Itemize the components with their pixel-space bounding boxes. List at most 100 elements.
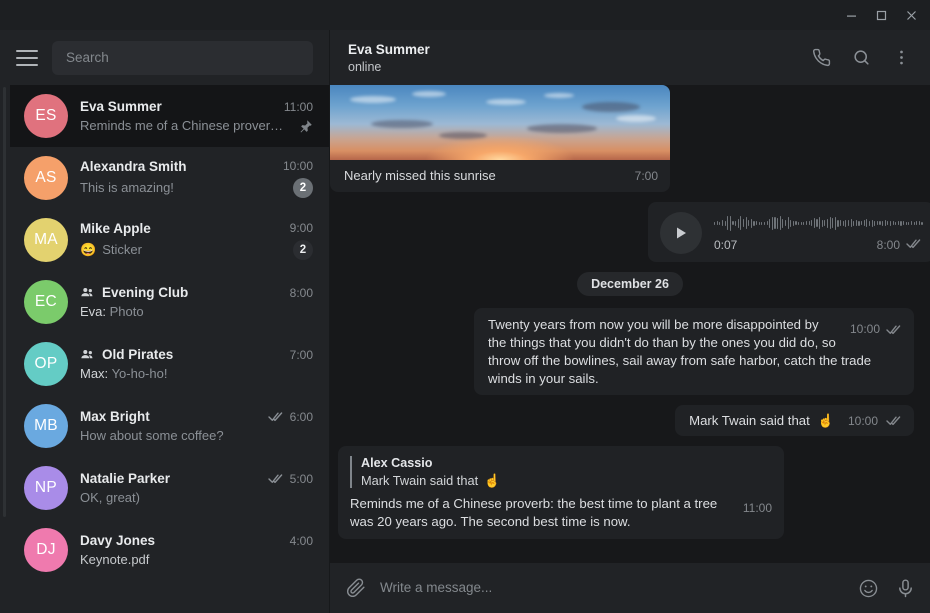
- chat-list-item[interactable]: OP Old Pirates 7:00 Max: Yo-ho-ho!: [10, 333, 329, 395]
- chat-item-time: 7:00: [289, 347, 313, 362]
- microphone-icon[interactable]: [895, 578, 916, 599]
- reply-quote-text-row: Mark Twain said that ☝️: [361, 473, 772, 488]
- double-check-icon: [267, 411, 284, 422]
- message-row-short: Mark Twain said that ☝️ 10:00: [346, 405, 914, 436]
- play-icon[interactable]: [660, 212, 702, 254]
- waveform-bar: [811, 220, 813, 226]
- search-box[interactable]: [52, 40, 313, 75]
- chat-item-bottom-row: 😄 Sticker 2: [80, 239, 313, 260]
- waveform-bar: [742, 219, 744, 227]
- message-input[interactable]: [380, 580, 844, 595]
- chat-list[interactable]: ES Eva Summer 11:00 Reminds me of a Chinese…: [0, 85, 329, 613]
- chat-item-body: Old Pirates 7:00 Max: Yo-ho-ho!: [80, 347, 313, 381]
- chat-list-item[interactable]: NP Natalie Parker 5:00 OK, great): [10, 457, 329, 519]
- maximize-button[interactable]: [866, 2, 896, 28]
- chat-list-item[interactable]: ES Eva Summer 11:00 Reminds me of a Chinese…: [10, 85, 329, 147]
- chat-list-item[interactable]: MA Mike Apple 9:00 😄 Sticker 2: [10, 209, 329, 271]
- short-message-bubble[interactable]: Mark Twain said that ☝️ 10:00: [675, 405, 914, 436]
- waveform-bar: [795, 221, 797, 225]
- chat-list-item[interactable]: DJ Davy Jones 4:00 Keynote.pdf: [10, 519, 329, 581]
- chat-item-preview: Reminds me of a Chinese prover…: [80, 118, 284, 133]
- voice-waveform[interactable]: [714, 212, 923, 234]
- waveform-bar: [753, 220, 755, 226]
- sidebar-scrollbar-thumb[interactable]: [3, 87, 6, 517]
- voice-message-bubble[interactable]: 0:07 8:00: [648, 202, 930, 262]
- chat-item-time: 4:00: [289, 533, 313, 548]
- sunrise-photo[interactable]: [330, 85, 670, 160]
- date-separator: December 26: [346, 272, 914, 296]
- message-input-wrap[interactable]: [380, 579, 844, 597]
- title-bar: [0, 0, 930, 30]
- chat-item-bottom-row: OK, great): [80, 490, 313, 505]
- waveform-bar: [840, 220, 842, 226]
- avatar[interactable]: NP: [24, 466, 68, 510]
- reply-message-bubble[interactable]: Alex Cassio Mark Twain said that ☝️ 11:0…: [338, 446, 784, 539]
- waveform-bar: [819, 217, 821, 229]
- double-check-icon: [906, 238, 922, 252]
- message-row-reply: Alex Cassio Mark Twain said that ☝️ 11:0…: [338, 446, 914, 539]
- chat-list-item[interactable]: EC Evening Club 8:00 Eva: Photo: [10, 271, 329, 333]
- avatar[interactable]: MB: [24, 404, 68, 448]
- avatar[interactable]: DJ: [24, 528, 68, 572]
- smiley-icon[interactable]: [858, 578, 879, 599]
- hamburger-menu-icon[interactable]: [16, 49, 38, 66]
- quote-message-body: Twenty years from now you will be more d…: [488, 317, 872, 386]
- avatar[interactable]: AS: [24, 156, 68, 200]
- search-input[interactable]: [66, 50, 299, 65]
- message-composer: [330, 563, 930, 613]
- sidebar-header: [0, 30, 329, 85]
- voice-timestamp: 8:00: [876, 238, 900, 252]
- waveform-bar: [724, 220, 726, 226]
- avatar[interactable]: ES: [24, 94, 68, 138]
- search-icon[interactable]: [844, 41, 878, 75]
- waveform-bar: [761, 221, 763, 225]
- photo-message-bubble[interactable]: Nearly missed this sunrise 7:00: [330, 85, 670, 192]
- avatar[interactable]: MA: [24, 218, 68, 262]
- waveform-bar: [758, 221, 760, 225]
- call-icon[interactable]: [804, 41, 838, 75]
- waveform-bar: [729, 215, 731, 231]
- chat-item-preview: How about some coffee?: [80, 428, 224, 443]
- chat-item-name: Mike Apple: [80, 220, 151, 236]
- chat-list-item[interactable]: MB Max Bright 6:00 How about some coffee?: [10, 395, 329, 457]
- waveform-bar: [861, 221, 863, 225]
- waveform-bar: [892, 221, 894, 225]
- waveform-bar: [900, 220, 902, 226]
- avatar[interactable]: EC: [24, 280, 68, 324]
- unread-badge: 2: [293, 177, 313, 198]
- message-list[interactable]: Nearly missed this sunrise 7:00 0:07 8:0…: [330, 85, 930, 563]
- waveform-bar: [829, 217, 831, 229]
- composer-actions: [858, 578, 916, 599]
- chat-item-top-row: Mike Apple 9:00: [80, 221, 313, 236]
- date-label: December 26: [577, 272, 683, 296]
- more-menu-icon[interactable]: [884, 41, 918, 75]
- waveform-bar: [721, 220, 723, 226]
- waveform-bar: [805, 221, 807, 225]
- waveform-bar: [850, 219, 852, 227]
- sidebar-scrollbar[interactable]: [0, 85, 10, 613]
- waveform-bar: [913, 221, 915, 225]
- sidebar: ES Eva Summer 11:00 Reminds me of a Chinese…: [0, 30, 330, 613]
- waveform-bar: [868, 220, 870, 226]
- paperclip-icon[interactable]: [346, 578, 366, 598]
- minimize-button[interactable]: [836, 2, 866, 28]
- chat-item-bottom-row: Eva: Photo: [80, 304, 313, 319]
- chat-list-item[interactable]: AS Alexandra Smith 10:00 This is amazing! 2: [10, 147, 329, 209]
- chat-item-top-row: Old Pirates 7:00: [80, 347, 313, 362]
- close-button[interactable]: [896, 2, 926, 28]
- waveform-bar: [908, 221, 910, 225]
- chat-item-body: Alexandra Smith 10:00 This is amazing! 2: [80, 159, 313, 198]
- reply-quote-block[interactable]: Alex Cassio Mark Twain said that ☝️: [350, 456, 772, 488]
- waveform-bar: [716, 221, 718, 225]
- avatar[interactable]: OP: [24, 342, 68, 386]
- chat-item-preview: Keynote.pdf: [80, 552, 150, 567]
- double-check-icon: [886, 415, 902, 426]
- waveform-bar: [842, 220, 844, 226]
- voice-details: 0:07 8:00: [714, 212, 923, 254]
- chat-title-block[interactable]: Eva Summer online: [348, 42, 804, 74]
- chat-item-body: Natalie Parker 5:00 OK, great): [80, 471, 313, 505]
- message-row-photo: Nearly missed this sunrise 7:00: [330, 85, 914, 192]
- message-row-voice: 0:07 8:00: [346, 202, 930, 262]
- waveform-bar: [921, 221, 923, 225]
- quote-message-bubble[interactable]: 10:00 Twenty years from now you will be …: [474, 308, 914, 395]
